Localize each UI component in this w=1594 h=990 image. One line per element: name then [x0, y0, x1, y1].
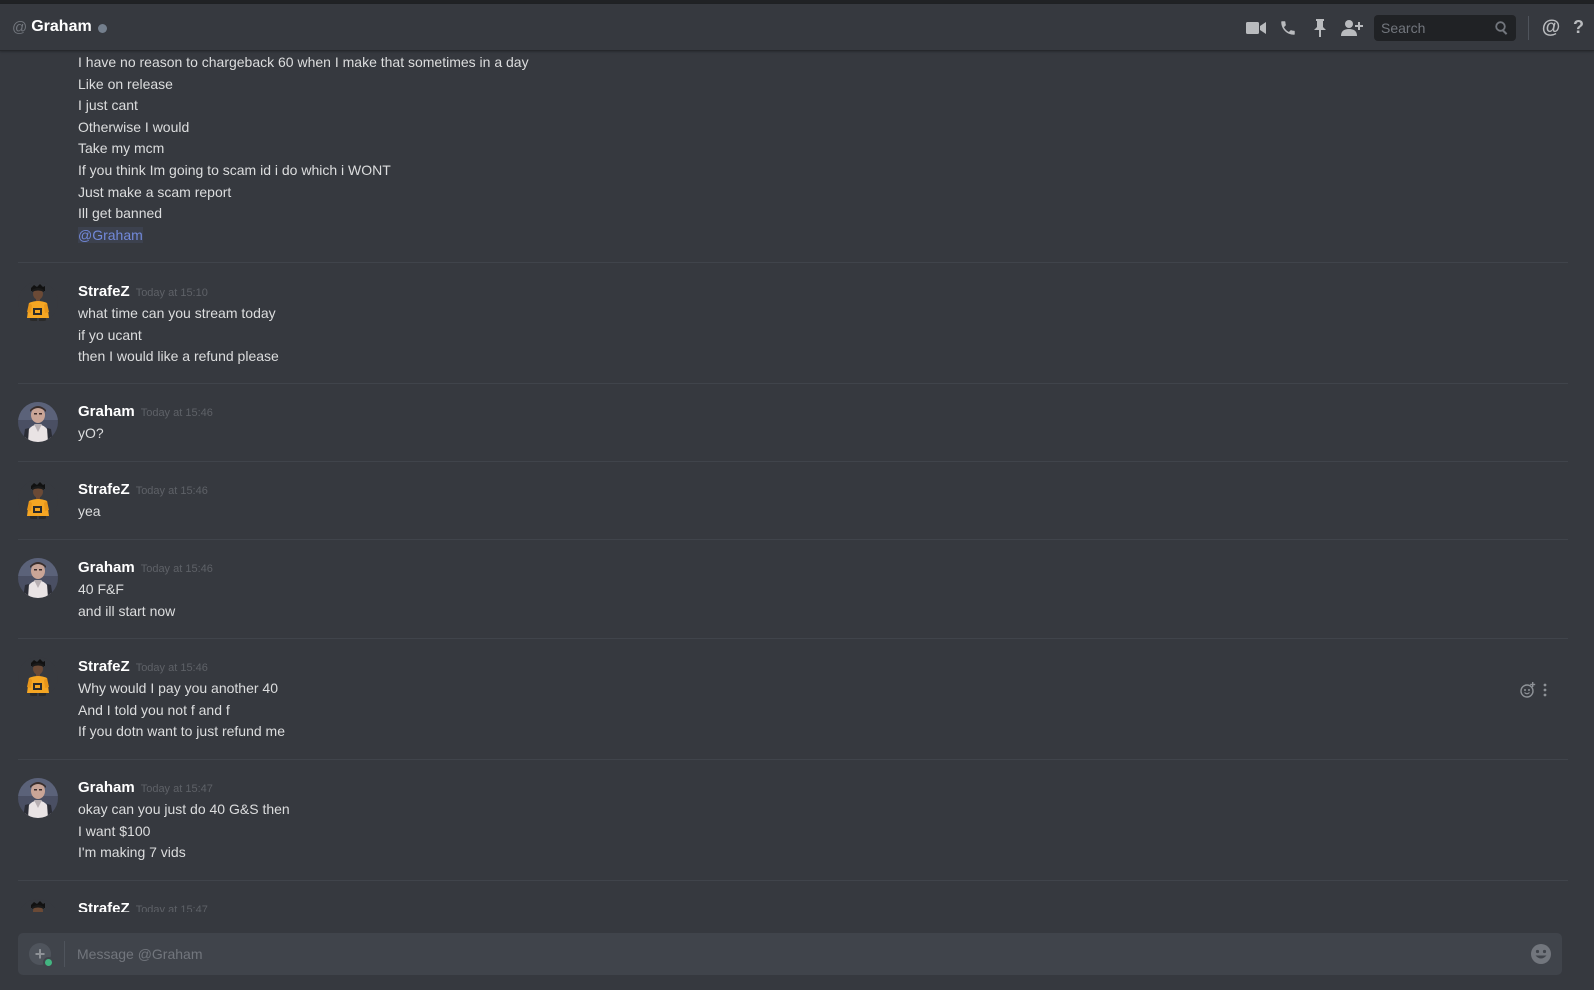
message-input[interactable]: [77, 946, 1530, 962]
message-line: yO?: [78, 425, 104, 441]
message-group: StrafeZ Today at 15:46 yea: [18, 461, 1568, 539]
search-icon: [1495, 20, 1508, 35]
message-line: 40 F&F: [78, 581, 124, 597]
message-line: and ill start now: [78, 602, 176, 619]
voice-call-icon[interactable]: [1276, 16, 1300, 40]
message-line: If you think Im going to scam id i do wh…: [78, 161, 391, 178]
message-line: okay can you just do 40 G&S then: [78, 801, 290, 817]
upload-badge-icon: [43, 957, 54, 968]
message-content: I have no reason to chargeback 60 when I…: [78, 52, 1568, 246]
message-content: yO?: [78, 423, 1568, 445]
channel-header: @ Graham @ ?: [0, 4, 1594, 51]
message-line: Take my mcm: [78, 140, 165, 157]
pinned-messages-icon[interactable]: [1308, 16, 1332, 40]
message-author[interactable]: Graham Today at 15:46: [78, 558, 213, 579]
message-author[interactable]: StrafeZ Today at 15:47: [78, 899, 208, 912]
emoji-picker-icon[interactable]: [1530, 943, 1552, 965]
message-author[interactable]: StrafeZ Today at 15:10: [78, 282, 208, 303]
message-actions: [1520, 682, 1548, 698]
message-timestamp: Today at 15:47: [140, 783, 213, 795]
message-content: okay can you just do 40 G&S then I want …: [78, 799, 1568, 864]
channel-name: Graham: [31, 18, 92, 35]
message-timestamp: Today at 15:46: [140, 563, 213, 575]
message-line: I'm making 7 vids: [78, 844, 186, 861]
message-line: then I would like a refund please: [78, 348, 279, 365]
dm-at-icon: @: [12, 18, 28, 36]
user-avatar[interactable]: [18, 778, 58, 818]
message-timestamp: Today at 15:10: [135, 287, 208, 299]
composer-divider: [64, 941, 65, 967]
search-box[interactable]: [1374, 14, 1516, 41]
message-line: Just make a scam report: [78, 183, 232, 200]
message-line: Why would I pay you another 40: [78, 680, 279, 696]
header-toolbar: @ ?: [1240, 4, 1594, 51]
user-avatar[interactable]: [18, 657, 58, 697]
message-line: If you dotn want to just refund me: [78, 723, 286, 740]
message-author[interactable]: StrafeZ Today at 15:46: [78, 480, 208, 501]
message-group: Graham Today at 15:46 yO?: [18, 383, 1568, 461]
message-line: I want $100: [78, 822, 151, 839]
message-line: And I told you not f and f: [78, 701, 230, 718]
message-line: Ill get banned: [78, 205, 163, 222]
message-author[interactable]: Graham Today at 15:47: [78, 778, 213, 799]
add-friend-icon[interactable]: [1340, 16, 1364, 40]
mentions-icon[interactable]: @: [1539, 16, 1563, 40]
user-mention[interactable]: @Graham: [78, 226, 143, 243]
message-timestamp: Today at 15:46: [135, 485, 208, 497]
message-group: Graham Today at 15:47 okay can you just d…: [18, 759, 1568, 880]
message-group: I have no reason to chargeback 60 when I…: [18, 52, 1568, 262]
message-line: if yo ucant: [78, 326, 142, 343]
upload-file-button[interactable]: +: [29, 943, 54, 968]
message-timestamp: Today at 15:46: [140, 407, 213, 419]
message-content: yea: [78, 501, 1568, 523]
user-avatar[interactable]: [18, 282, 58, 322]
message-line: I have no reason to chargeback 60 when I…: [78, 54, 529, 70]
add-reaction-icon[interactable]: [1520, 682, 1536, 698]
user-avatar[interactable]: [18, 558, 58, 598]
message-author[interactable]: StrafeZ Today at 15:46: [78, 657, 208, 678]
header-divider: [1528, 15, 1529, 40]
message-line: yea: [78, 503, 101, 519]
message-line: I just cant: [78, 97, 138, 114]
more-options-icon[interactable]: [1542, 683, 1548, 697]
message-content: Why would I pay you another 40 And I tol…: [78, 678, 1568, 743]
message-list[interactable]: I have no reason to chargeback 60 when I…: [0, 52, 1568, 912]
message-composer: +: [18, 933, 1562, 975]
message-line: what time can you stream today: [78, 305, 276, 321]
message-group: StrafeZ Today at 15:10 what time can you …: [18, 262, 1568, 383]
message-author[interactable]: Graham Today at 15:46: [78, 402, 213, 423]
help-icon[interactable]: ?: [1573, 17, 1584, 38]
message-line: Otherwise I would: [78, 118, 190, 135]
message-content: 40 F&F and ill start now: [78, 579, 1568, 622]
user-avatar[interactable]: [18, 402, 58, 442]
message-line: Like on release: [78, 75, 173, 92]
video-call-icon[interactable]: [1244, 16, 1268, 40]
user-avatar[interactable]: [18, 899, 58, 912]
user-avatar[interactable]: [18, 480, 58, 520]
message-group: StrafeZ Today at 15:46 Why would I pay yo…: [18, 638, 1568, 759]
status-offline-indicator: [97, 23, 107, 33]
message-group: StrafeZ Today at 15:47: [18, 880, 1568, 912]
message-timestamp: Today at 15:47: [135, 904, 208, 912]
message-group: Graham Today at 15:46 40 F&F and ill star…: [18, 539, 1568, 638]
message-timestamp: Today at 15:46: [135, 662, 208, 674]
message-content: what time can you stream today if yo uca…: [78, 303, 1568, 368]
search-input[interactable]: [1381, 19, 1481, 36]
